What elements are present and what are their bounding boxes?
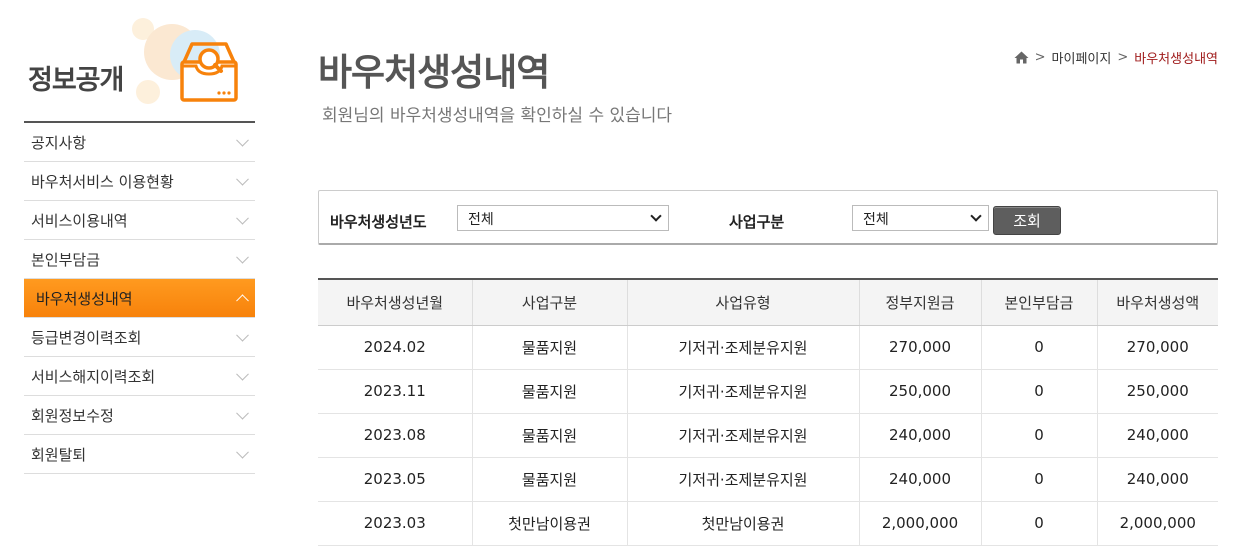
table-cell: 2023.11 xyxy=(318,369,473,414)
sidebar-item-service-history[interactable]: 서비스이용내역 xyxy=(24,201,255,240)
sidebar-menu: 공지사항 바우처서비스 이용현황 서비스이용내역 본인부담금 바우처생성내역 등… xyxy=(24,123,255,474)
sidebar-item-copayment[interactable]: 본인부담금 xyxy=(24,240,255,279)
table-row: 2023.11 물품지원 기저귀·조제분유지원 250,000 0 250,00… xyxy=(318,369,1218,414)
table-cell: 240,000 xyxy=(1097,457,1218,502)
sidebar-item-label: 공지사항 xyxy=(31,133,87,152)
business-type-select-value: 전체 xyxy=(863,212,889,228)
page-title: 바우처생성내역 xyxy=(318,51,550,94)
table-cell: 첫만남이용권 xyxy=(472,501,628,546)
table-row: 2023.03 첫만남이용권 첫만남이용권 2,000,000 0 2,000,… xyxy=(318,501,1218,546)
breadcrumb-item-mypage[interactable]: 마이페이지 xyxy=(1052,48,1112,67)
sidebar-item-label: 서비스이용내역 xyxy=(31,211,128,230)
table-cell: 2,000,000 xyxy=(859,501,982,546)
sidebar-item-grade-change[interactable]: 등급변경이력조회 xyxy=(24,318,255,357)
business-type-label: 사업구분 xyxy=(729,213,785,231)
page: 정보공개 공지사항 바우처서비스 이용현황 서비스이용내역 본인부담금 바우처생… xyxy=(0,0,1237,551)
table-cell: 270,000 xyxy=(1097,325,1218,370)
column-header: 바우처생성액 xyxy=(1097,278,1218,326)
sidebar-item-label: 회원정보수정 xyxy=(31,406,114,425)
sidebar-item-voucher-creation[interactable]: 바우처생성내역 xyxy=(24,279,255,318)
table-cell: 0 xyxy=(981,457,1098,502)
column-header: 사업유형 xyxy=(627,278,860,326)
table-cell: 기저귀·조제분유지원 xyxy=(627,369,860,414)
year-select[interactable]: 전체 xyxy=(457,205,669,231)
table-cell: 240,000 xyxy=(859,413,982,458)
sidebar-item-label: 바우처생성내역 xyxy=(36,289,133,308)
column-header: 사업구분 xyxy=(472,278,628,326)
chevron-up-icon xyxy=(236,294,249,308)
table-cell: 0 xyxy=(981,413,1098,458)
home-icon[interactable] xyxy=(1014,51,1029,64)
table-cell: 물품지원 xyxy=(472,457,628,502)
table-cell: 250,000 xyxy=(1097,369,1218,414)
table-cell: 기저귀·조제분유지원 xyxy=(627,325,860,370)
table-cell: 물품지원 xyxy=(472,369,628,414)
sidebar-item-label: 등급변경이력조회 xyxy=(31,328,142,347)
chevron-down-icon xyxy=(236,133,249,147)
table-cell: 기저귀·조제분유지원 xyxy=(627,457,860,502)
table-row: 2023.08 물품지원 기저귀·조제분유지원 240,000 0 240,00… xyxy=(318,413,1218,458)
chevron-right-icon: > xyxy=(1117,50,1129,65)
year-label: 바우처생성년도 xyxy=(330,213,427,231)
table-row: 2023.05 물품지원 기저귀·조제분유지원 240,000 0 240,00… xyxy=(318,457,1218,502)
sidebar-item-edit-profile[interactable]: 회원정보수정 xyxy=(24,396,255,435)
chevron-down-icon xyxy=(236,211,249,225)
page-subtitle: 회원님의 바우처생성내역을 확인하실 수 있습니다 xyxy=(322,106,673,126)
table-cell: 물품지원 xyxy=(472,413,628,458)
chevron-right-icon: > xyxy=(1034,50,1046,65)
table-cell: 첫만남이용권 xyxy=(627,501,860,546)
table-cell: 0 xyxy=(981,325,1098,370)
chevron-down-icon xyxy=(236,406,249,420)
chevron-down-icon xyxy=(236,172,249,186)
table-cell: 0 xyxy=(981,501,1098,546)
table-cell: 2023.05 xyxy=(318,457,473,502)
breadcrumb-item-current: 바우처생성내역 xyxy=(1134,52,1218,67)
decor-circle xyxy=(136,80,160,104)
sidebar: 정보공개 공지사항 바우처서비스 이용현황 서비스이용내역 본인부담금 바우처생… xyxy=(24,0,255,474)
table-cell: 2023.03 xyxy=(318,501,473,546)
chevron-down-icon xyxy=(236,445,249,459)
column-header: 바우처생성년월 xyxy=(318,278,473,326)
sidebar-item-label: 회원탈퇴 xyxy=(31,445,87,464)
sidebar-item-withdraw[interactable]: 회원탈퇴 xyxy=(24,435,255,474)
table-cell: 240,000 xyxy=(859,457,982,502)
sidebar-item-service-termination[interactable]: 서비스해지이력조회 xyxy=(24,357,255,396)
chevron-down-icon xyxy=(650,210,662,222)
chevron-down-icon xyxy=(970,210,982,222)
chevron-down-icon xyxy=(236,328,249,342)
table-header-row: 바우처생성년월 사업구분 사업유형 정부지원금 본인부담금 바우처생성액 xyxy=(318,278,1218,326)
sidebar-item-label: 서비스해지이력조회 xyxy=(31,367,156,386)
search-button[interactable]: 조회 xyxy=(993,206,1061,235)
voucher-table: 바우처생성년월 사업구분 사업유형 정부지원금 본인부담금 바우처생성액 202… xyxy=(318,278,1218,546)
column-header: 본인부담금 xyxy=(981,278,1098,326)
breadcrumb: > 마이페이지 > 바우처생성내역 xyxy=(1014,48,1218,67)
sidebar-item-label: 바우처서비스 이용현황 xyxy=(31,172,174,191)
table-cell: 0 xyxy=(981,369,1098,414)
column-header: 정부지원금 xyxy=(859,278,982,326)
table-cell: 2024.02 xyxy=(318,325,473,370)
search-panel: 바우처생성년도 전체 사업구분 전체 조회 xyxy=(318,190,1218,245)
year-select-value: 전체 xyxy=(468,212,494,228)
table-cell: 2,000,000 xyxy=(1097,501,1218,546)
chevron-down-icon xyxy=(236,250,249,264)
table-cell: 물품지원 xyxy=(472,325,628,370)
sidebar-item-label: 본인부담금 xyxy=(31,250,101,269)
chevron-down-icon xyxy=(236,367,249,381)
table-cell: 2023.08 xyxy=(318,413,473,458)
sidebar-item-notice[interactable]: 공지사항 xyxy=(24,123,255,162)
table-cell: 270,000 xyxy=(859,325,982,370)
table-cell: 250,000 xyxy=(859,369,982,414)
sidebar-header: 정보공개 xyxy=(24,0,255,123)
business-type-select[interactable]: 전체 xyxy=(852,205,989,231)
table-cell: 240,000 xyxy=(1097,413,1218,458)
table-cell: 기저귀·조제분유지원 xyxy=(627,413,860,458)
inbox-search-icon xyxy=(180,42,238,102)
sidebar-title: 정보공개 xyxy=(28,65,124,96)
table-row: 2024.02 물품지원 기저귀·조제분유지원 270,000 0 270,00… xyxy=(318,325,1218,370)
sidebar-item-voucher-usage[interactable]: 바우처서비스 이용현황 xyxy=(24,162,255,201)
